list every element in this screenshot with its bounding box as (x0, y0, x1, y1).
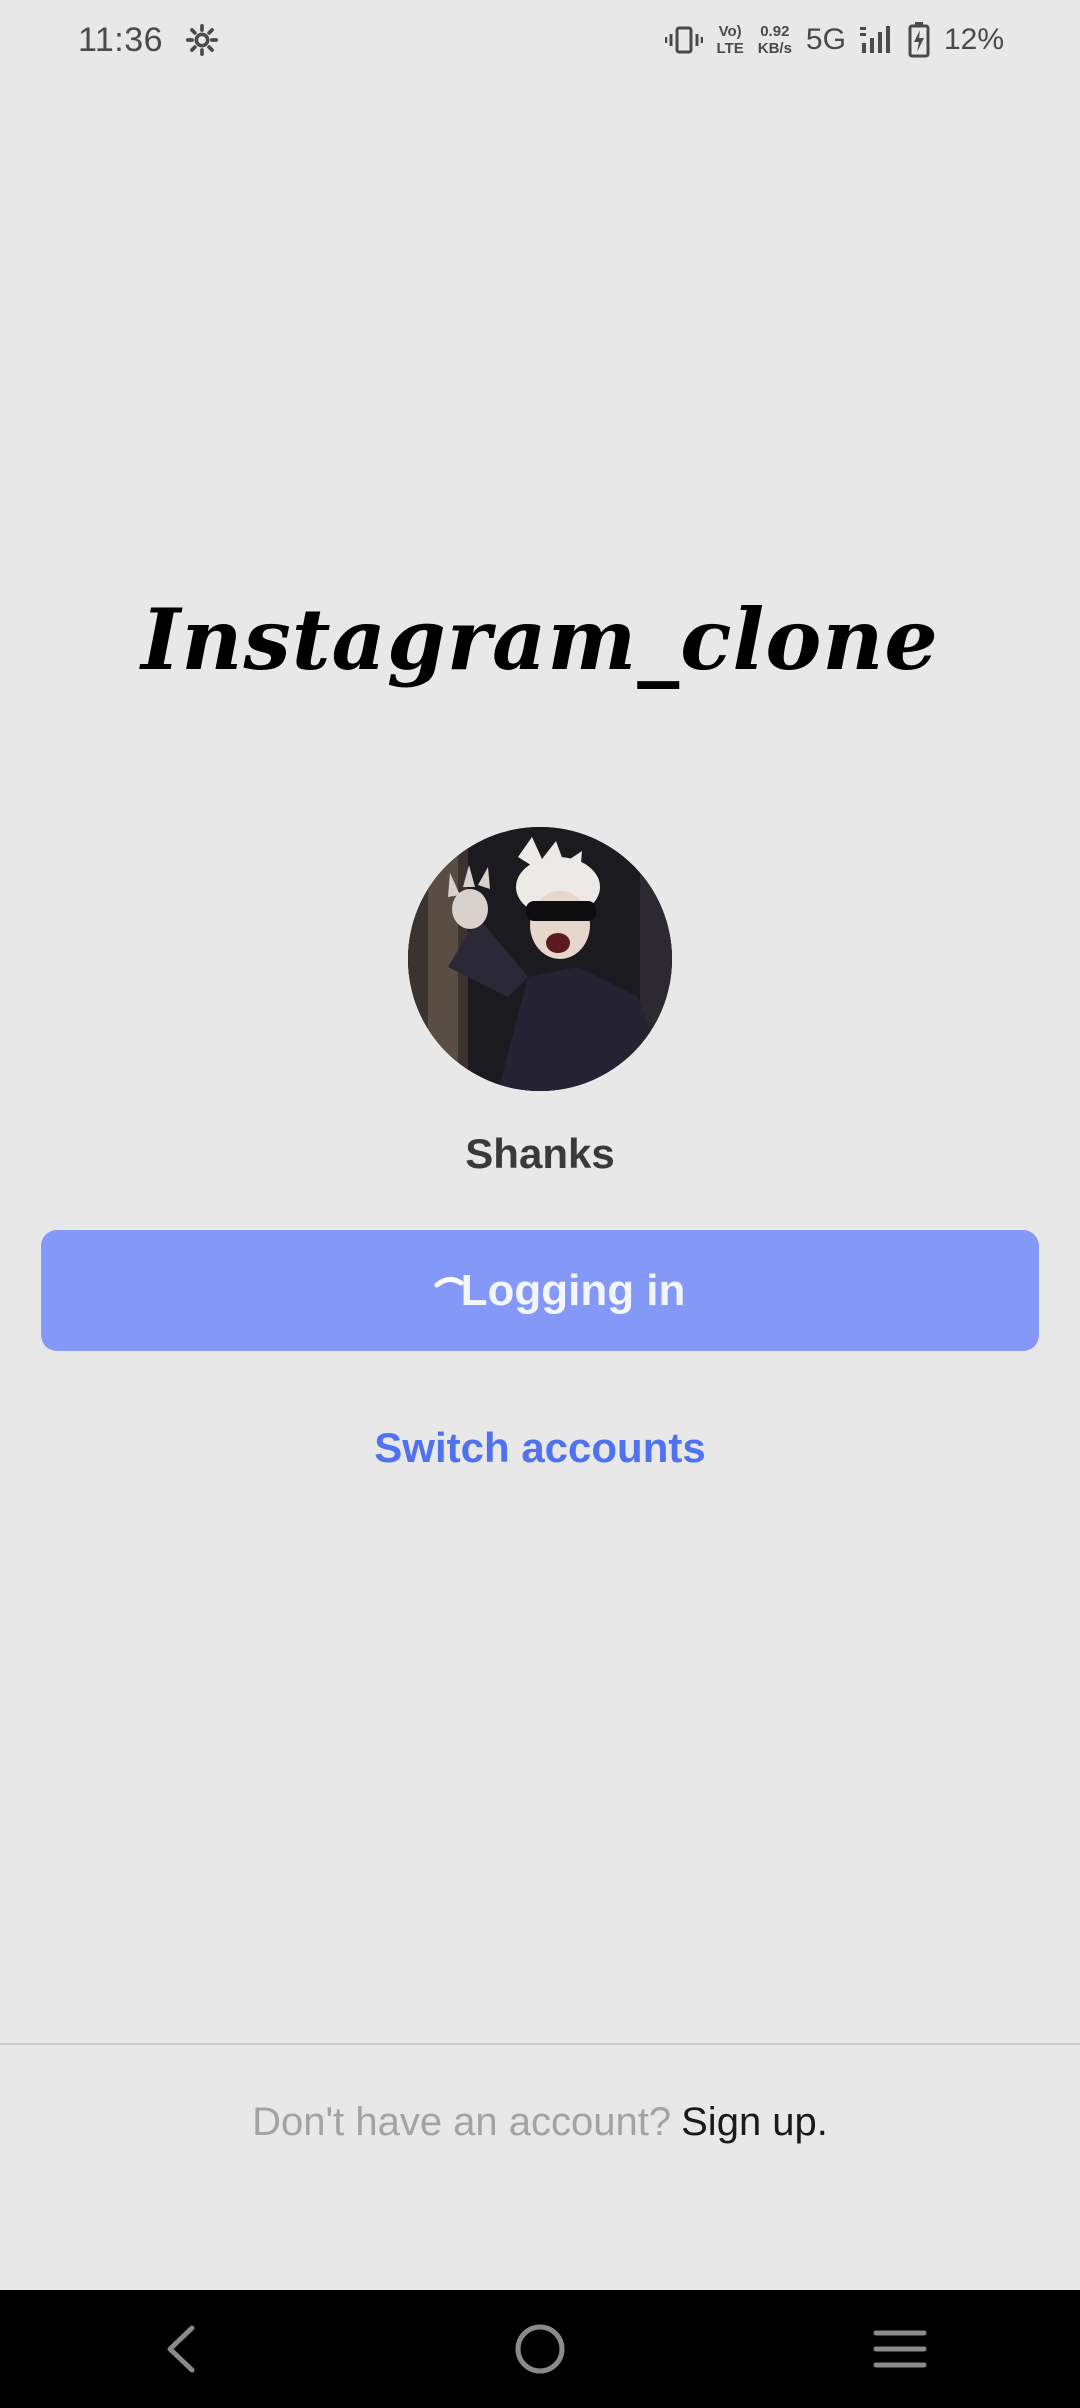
status-left: 11:36 (78, 21, 219, 60)
footer-divider (0, 2043, 1080, 2045)
menu-icon[interactable] (855, 2304, 945, 2394)
signal-icon (859, 25, 894, 55)
avatar-image (408, 827, 672, 1091)
home-icon[interactable] (495, 2304, 585, 2394)
back-icon[interactable] (135, 2304, 225, 2394)
status-time: 11:36 (78, 20, 164, 59)
system-nav-bar (0, 2290, 1080, 2408)
battery-charging-icon (908, 22, 930, 58)
login-button-label: Logging in (460, 1265, 686, 1315)
volte-indicator: Vo) LTE (716, 23, 744, 57)
username: Shanks (465, 1130, 615, 1177)
network-speed: 0.92 KB/s (757, 23, 792, 57)
status-right: Vo) LTE 0.92 KB/s 5G 12% (664, 22, 1004, 58)
app-logo: Instagram_clone (141, 590, 939, 689)
loading-spinner-icon (434, 1256, 464, 1306)
battery-percent: 12% (943, 23, 1004, 56)
gear-icon (185, 23, 219, 57)
vibrate-icon (664, 25, 703, 55)
avatar[interactable] (408, 827, 672, 1091)
signup-link[interactable]: Sign up. (681, 2100, 828, 2144)
login-button[interactable]: Logging in (41, 1230, 1039, 1351)
switch-accounts-link[interactable]: Switch accounts (0, 1424, 1080, 1472)
footer: Don't have an account? Sign up. (0, 2100, 1080, 2145)
login-screen: 11:36 Vo) LTE 0.92 KB/s 5G 12% Instagram… (0, 0, 1080, 2408)
network-type: 5G (805, 23, 846, 56)
status-bar: 11:36 Vo) LTE 0.92 KB/s 5G 12% (0, 0, 1080, 80)
signup-prompt: Don't have an account? (252, 2100, 672, 2144)
